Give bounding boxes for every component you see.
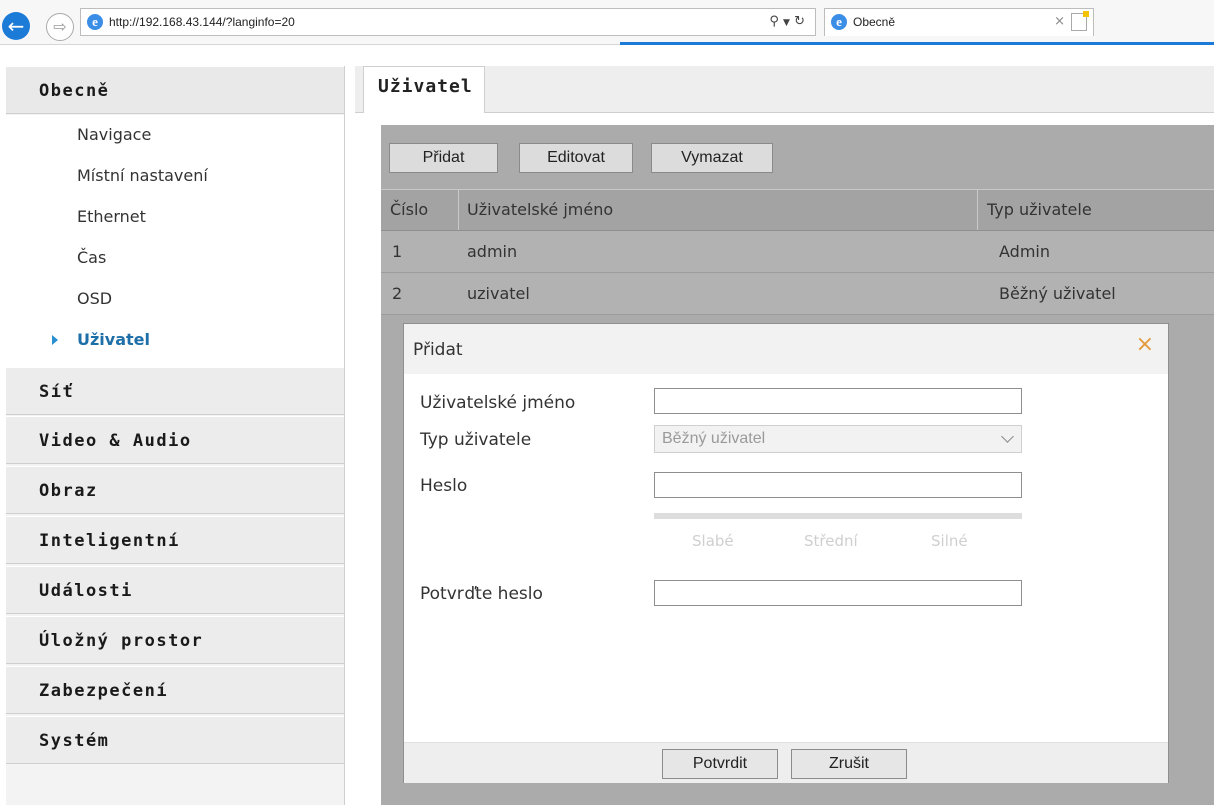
password-field[interactable] [654, 472, 1022, 498]
ie-logo-icon: e [87, 14, 103, 30]
confirm-password-field[interactable] [654, 580, 1022, 606]
delete-button[interactable]: Vymazat [651, 143, 773, 173]
row-username: uzivatel [467, 284, 530, 303]
cancel-button[interactable]: Zrušit [791, 749, 907, 779]
sidebar-group-ulozny-prostor[interactable]: Úložný prostor [6, 616, 344, 664]
username-field[interactable] [654, 388, 1022, 414]
row-username: admin [467, 242, 518, 261]
sidebar-group-system[interactable]: Systém [6, 716, 344, 764]
close-icon[interactable]: × [1136, 332, 1154, 357]
tab-uzivatel[interactable]: Uživatel [363, 66, 485, 113]
browser-tab-title: Obecně [853, 15, 896, 29]
confirm-password-label: Potvrďte heslo [420, 584, 543, 604]
url-text[interactable]: http://192.168.43.144/?langinfo=20 [109, 15, 295, 29]
sidebar-item-uzivatel[interactable]: Uživatel [6, 320, 344, 360]
add-user-dialog: Přidat × Uživatelské jméno Typ uživatele… [403, 323, 1169, 783]
sidebar-item-mistni-nastaveni[interactable]: Místní nastavení [6, 156, 344, 196]
dialog-title: Přidat [413, 340, 463, 360]
caret-right-icon [52, 335, 58, 345]
new-tab-icon[interactable] [1071, 11, 1089, 31]
sidebar-group-sit[interactable]: Síť [6, 367, 344, 415]
add-button[interactable]: Přidat [389, 143, 498, 173]
row-number: 2 [392, 284, 403, 303]
tab-bar: Uživatel [355, 66, 1214, 113]
column-header-user-type[interactable]: Typ uživatele [987, 200, 1092, 219]
refresh-icon[interactable]: ↻ [794, 14, 805, 29]
user-type-label: Typ uživatele [420, 430, 532, 450]
sidebar-item-ethernet[interactable]: Ethernet [6, 197, 344, 237]
password-strength-bar [654, 513, 1022, 519]
table-row[interactable]: 1 admin Admin [381, 231, 1214, 273]
close-tab-icon[interactable]: × [1054, 14, 1065, 29]
sidebar-group-udalosti[interactable]: Události [6, 566, 344, 614]
address-bar[interactable]: e http://192.168.43.144/?langinfo=20 ⚲ ▼… [80, 8, 816, 36]
sidebar-item-cas[interactable]: Čas [6, 238, 344, 278]
strength-medium-label: Střední [804, 532, 858, 550]
username-label: Uživatelské jméno [420, 393, 576, 413]
browser-toolbar: ← ⇨ e http://192.168.43.144/?langinfo=20… [0, 0, 1214, 45]
row-user-type: Běžný uživatel [999, 284, 1116, 303]
sidebar-group-obecne[interactable]: Obecně [6, 66, 344, 114]
chevron-down-icon [1001, 430, 1014, 443]
table-header: Číslo Uživatelské jméno Typ uživatele [381, 189, 1214, 231]
user-type-select[interactable]: Běžný uživatel [654, 425, 1022, 453]
sidebar: Obecně Navigace Místní nastavení Etherne… [6, 66, 345, 805]
sidebar-group-obraz[interactable]: Obraz [6, 466, 344, 514]
sidebar-sublist: Navigace Místní nastavení Ethernet Čas O… [6, 115, 344, 405]
sidebar-group-video-audio[interactable]: Video & Audio [6, 416, 344, 464]
user-type-value: Běžný uživatel [662, 430, 766, 447]
progress-line [620, 42, 1214, 45]
column-header-number[interactable]: Číslo [390, 200, 428, 219]
sidebar-item-navigace[interactable]: Navigace [6, 115, 344, 155]
sidebar-item-label: Uživatel [77, 330, 150, 349]
back-arrow-icon[interactable]: ← [2, 12, 30, 40]
search-icon[interactable]: ⚲ [769, 14, 779, 29]
strength-weak-label: Slabé [692, 532, 734, 550]
forward-arrow-icon[interactable]: ⇨ [46, 13, 74, 41]
confirm-button[interactable]: Potvrdit [662, 749, 778, 779]
sidebar-item-osd[interactable]: OSD [6, 279, 344, 319]
row-user-type: Admin [999, 242, 1050, 261]
dialog-footer: Potvrdit Zrušit [404, 742, 1168, 783]
row-number: 1 [392, 242, 403, 261]
password-label: Heslo [420, 476, 468, 496]
table-row[interactable]: 2 uzivatel Běžný uživatel [381, 273, 1214, 315]
ie-logo-icon: e [831, 14, 847, 30]
dialog-title-bar: Přidat × [404, 324, 1168, 374]
edit-button[interactable]: Editovat [519, 143, 633, 173]
strength-strong-label: Silné [931, 532, 968, 550]
column-header-username[interactable]: Uživatelské jméno [467, 200, 613, 219]
browser-tab[interactable]: e Obecně × [824, 8, 1094, 36]
sidebar-group-inteligentni[interactable]: Inteligentní [6, 516, 344, 564]
sidebar-group-zabezpeceni[interactable]: Zabezpečení [6, 666, 344, 714]
dropdown-icon[interactable]: ▼ [783, 18, 790, 28]
